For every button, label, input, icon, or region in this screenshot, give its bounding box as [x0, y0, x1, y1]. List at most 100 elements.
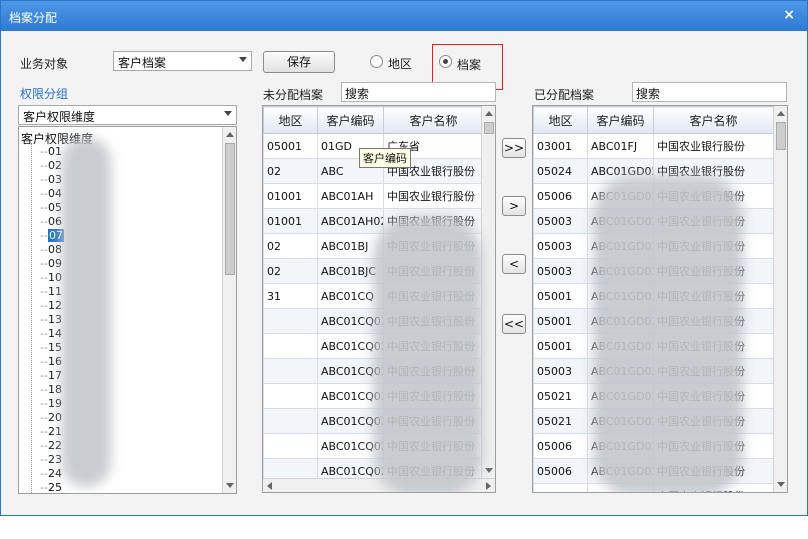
scroll-thumb[interactable] — [225, 143, 235, 275]
tree-item[interactable]: --06 — [40, 215, 62, 229]
tree-connector: -- — [40, 327, 48, 340]
scroll-down-icon[interactable] — [226, 483, 234, 488]
tree-item-label: 08 — [47, 243, 62, 256]
table-cell — [263, 433, 318, 459]
table-cell: 05021 — [533, 408, 588, 434]
tree-item-label: 19 — [47, 397, 62, 410]
tree-item[interactable]: --24 — [40, 467, 62, 481]
table-cell: 中国农业银行股份 — [383, 183, 484, 209]
column-header-code[interactable]: 客户编码 — [587, 106, 654, 134]
table-row[interactable]: 03001 ABC01FJ 中国农业银行股份 — [533, 133, 774, 159]
tree-item[interactable]: --02 — [40, 159, 62, 173]
tree-item[interactable]: --19 — [40, 397, 62, 411]
business-object-select[interactable]: 客户档案 — [113, 51, 252, 71]
scroll-down-icon[interactable] — [485, 468, 493, 473]
move-left-button[interactable]: < — [502, 254, 526, 274]
table-cell: 05001 — [533, 283, 588, 309]
column-header-region[interactable]: 地区 — [533, 106, 588, 134]
move-all-left-button[interactable]: << — [502, 314, 526, 334]
tree-connector: -- — [40, 425, 48, 438]
table-cell — [263, 333, 318, 359]
table-cell: 05001 — [533, 308, 588, 334]
scroll-left-icon[interactable] — [267, 482, 272, 490]
chevron-down-icon — [239, 57, 247, 62]
scroll-down-icon[interactable] — [777, 482, 785, 487]
tree-line — [31, 143, 32, 493]
tree-item[interactable]: --16 — [40, 355, 62, 369]
tree-scrollbar[interactable] — [222, 127, 236, 493]
table-cell: 05006 — [533, 433, 588, 459]
tree-item[interactable]: --11 — [40, 285, 62, 299]
archive-assign-window: 档案分配 × 业务对象 客户档案 保存 地区 档案 权限分组 客户权限维度 客户… — [0, 0, 808, 516]
assigned-grid[interactable]: 地区 客户编码 客户名称 03001 ABC01FJ 中国农业银行股份 05024 AB… — [532, 105, 788, 493]
window-title: 档案分配 — [9, 11, 58, 25]
scroll-up-icon[interactable] — [485, 111, 493, 116]
tree-item-label: 20 — [47, 411, 62, 424]
tree-item[interactable]: --15 — [40, 341, 62, 355]
tree-item[interactable]: --17 — [40, 369, 62, 383]
table-cell: 05003 — [533, 258, 588, 284]
tree-item[interactable]: --13 — [40, 313, 62, 327]
scroll-up-icon[interactable] — [226, 132, 234, 137]
tree-item[interactable]: --08 — [40, 243, 62, 257]
table-cell: 05021 — [533, 383, 588, 409]
unassigned-search-input[interactable]: 搜索 — [341, 82, 496, 102]
assigned-vscroll[interactable] — [773, 106, 787, 492]
tree-connector: -- — [40, 481, 48, 494]
tree-item-label: 02 — [47, 159, 62, 172]
column-header-name[interactable]: 客户名称 — [383, 106, 484, 134]
table-cell: 05006 — [533, 458, 588, 484]
tree-item[interactable]: --18 — [40, 383, 62, 397]
tree-connector: -- — [40, 411, 48, 424]
tree-connector: -- — [40, 397, 48, 410]
tree-item-label: 17 — [47, 369, 62, 382]
tree-item[interactable]: --09 — [40, 257, 62, 271]
scroll-right-icon[interactable] — [486, 482, 491, 490]
tree-connector: -- — [40, 467, 48, 480]
tree-item-label: 24 — [47, 467, 62, 480]
unassigned-label: 未分配档案 — [263, 88, 324, 102]
tree-item[interactable]: --22 — [40, 439, 62, 453]
tree-item[interactable]: --21 — [40, 425, 62, 439]
tree-item-label: 12 — [47, 299, 62, 312]
tree-item[interactable]: --03 — [40, 173, 62, 187]
redaction-smear — [593, 176, 743, 492]
radio-region[interactable] — [370, 55, 383, 68]
tree-item-label: 13 — [47, 313, 62, 326]
tree-connector: -- — [40, 257, 48, 270]
tree-item-label: 03 — [47, 173, 62, 186]
scroll-thumb[interactable] — [484, 122, 494, 134]
tree-item[interactable]: --12 — [40, 299, 62, 313]
tree-item-label: 11 — [47, 285, 62, 298]
tree-item[interactable]: --05 — [40, 201, 62, 215]
dimension-select[interactable]: 客户权限维度 — [18, 105, 237, 125]
tree-item[interactable]: --23 — [40, 453, 62, 467]
unassigned-vscroll[interactable] — [481, 106, 495, 478]
tree-item[interactable]: --25 — [40, 481, 62, 494]
column-header-code[interactable]: 客户编码 — [317, 106, 384, 134]
tree-item[interactable]: --10 — [40, 271, 62, 285]
tree-item[interactable]: --20 — [40, 411, 62, 425]
tree-item[interactable]: --14 — [40, 327, 62, 341]
close-icon[interactable]: × — [783, 7, 795, 23]
permission-tree[interactable]: 客户权限维度 --01 --02 --03 --04 --05 --06 --07 --08-… — [18, 126, 237, 494]
redaction-smear — [373, 216, 483, 492]
scroll-thumb[interactable] — [776, 122, 786, 150]
column-header-region[interactable]: 地区 — [263, 106, 318, 134]
tree-item[interactable]: --01 — [40, 145, 62, 159]
table-cell: ABC01AH02S — [317, 208, 384, 234]
tree-item-label: 25 — [47, 481, 62, 494]
tree-connector: -- — [40, 271, 48, 284]
tree-item-label: 06 — [47, 215, 62, 228]
scroll-up-icon[interactable] — [777, 111, 785, 116]
move-all-right-button[interactable]: >> — [502, 138, 526, 158]
save-button[interactable]: 保存 — [263, 51, 335, 73]
column-header-name[interactable]: 客户名称 — [653, 106, 774, 134]
tree-item[interactable]: --04 — [40, 187, 62, 201]
tree-connector: -- — [40, 439, 48, 452]
move-right-button[interactable]: > — [502, 196, 526, 216]
code-tooltip: 客户编码 — [359, 148, 411, 168]
assigned-search-input[interactable]: 搜索 — [632, 82, 787, 102]
table-row[interactable]: 01001 ABC01AH 中国农业银行股份 — [263, 183, 484, 209]
dimension-value: 客户权限维度 — [23, 110, 96, 124]
